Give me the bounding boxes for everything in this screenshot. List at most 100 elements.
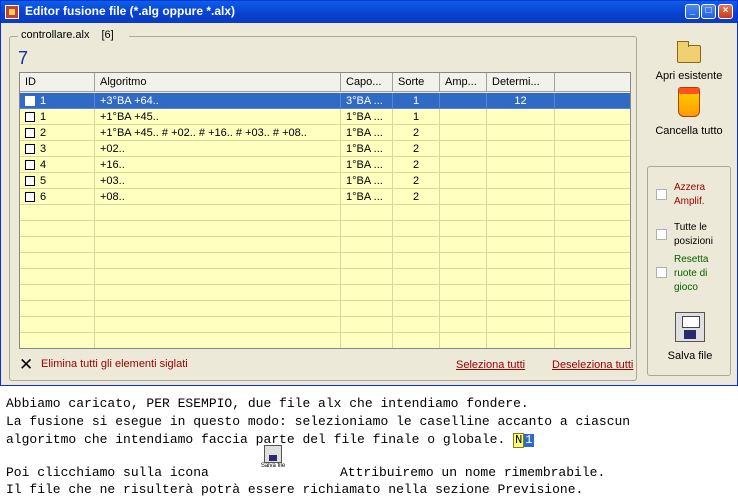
minimize-button[interactable]: _	[685, 4, 700, 19]
reset-wheels-checkbox[interactable]	[656, 267, 667, 278]
empty-cell	[487, 253, 555, 269]
empty-cell	[487, 333, 555, 348]
cell-algoritmo[interactable]: +1°BA +45..	[95, 109, 341, 125]
empty-cell	[20, 253, 95, 269]
cell-determi[interactable]	[487, 125, 555, 141]
cell-amp[interactable]	[440, 125, 487, 141]
cell-algoritmo[interactable]: +3°BA +64..	[95, 93, 341, 109]
cell-sorte[interactable]: 2	[393, 157, 440, 173]
row-checkbox[interactable]	[25, 128, 35, 138]
cell-determi[interactable]: 12	[487, 93, 555, 109]
row-checkbox[interactable]	[25, 192, 35, 202]
deselect-all-link[interactable]: Deseleziona tutti	[552, 359, 633, 371]
algorithm-grid[interactable]: ID Algoritmo Capo... Sorte Amp... Determ…	[19, 72, 631, 349]
cell-algoritmo[interactable]: +03..	[95, 173, 341, 189]
cell-capo[interactable]: 1°BA ...	[341, 125, 393, 141]
text-line-1: Abbiamo caricato, PER ESEMPIO, due file …	[6, 396, 529, 411]
all-positions-checkbox[interactable]	[656, 229, 667, 240]
cell-sorte[interactable]: 2	[393, 141, 440, 157]
title-bar[interactable]: Editor fusione file (*.alg oppure *.alx)…	[1, 1, 737, 23]
cell-sorte[interactable]: 2	[393, 125, 440, 141]
grid-header: ID Algoritmo Capo... Sorte Amp... Determ…	[20, 73, 630, 93]
save-file-label: Salva file	[667, 350, 713, 362]
empty-cell	[341, 205, 393, 221]
table-row[interactable]: 2 +1°BA +45.. # +02.. # +16.. # +03.. # +…	[20, 125, 630, 141]
reset-amplif-checkbox[interactable]	[656, 189, 667, 200]
row-checkbox[interactable]	[25, 144, 35, 154]
cell-capo[interactable]: 1°BA ...	[341, 141, 393, 157]
empty-cell	[487, 285, 555, 301]
empty-cell	[393, 253, 440, 269]
cell-amp[interactable]	[440, 189, 487, 205]
cell-capo[interactable]: 1°BA ...	[341, 189, 393, 205]
save-file-button[interactable]: Salva file	[648, 312, 732, 362]
column-header-capo[interactable]: Capo...	[341, 73, 393, 92]
clear-all-button[interactable]: Cancella tutto	[647, 87, 731, 137]
cell-amp[interactable]	[440, 93, 487, 109]
table-row[interactable]: 6 +08.. 1°BA ... 2	[20, 189, 630, 205]
row-checkbox[interactable]	[25, 112, 35, 122]
cell-determi[interactable]	[487, 189, 555, 205]
column-header-determi[interactable]: Determi...	[487, 73, 555, 92]
cell-determi[interactable]	[487, 109, 555, 125]
cell-amp[interactable]	[440, 141, 487, 157]
close-button[interactable]: ×	[718, 4, 733, 19]
select-all-link[interactable]: Seleziona tutti	[456, 359, 525, 371]
empty-cell	[440, 237, 487, 253]
empty-row	[20, 253, 630, 269]
column-header-id[interactable]: ID	[20, 73, 95, 92]
empty-row	[20, 285, 630, 301]
empty-cell	[341, 285, 393, 301]
selected-cell-sample: 1	[524, 433, 534, 447]
cell-sorte[interactable]: 1	[393, 93, 440, 109]
table-row[interactable]: 1 +1°BA +45.. 1°BA ... 1	[20, 109, 630, 125]
column-header-sorte[interactable]: Sorte	[393, 73, 440, 92]
row-checkbox[interactable]	[25, 96, 35, 106]
empty-cell	[555, 317, 630, 333]
cell-amp[interactable]	[440, 173, 487, 189]
empty-cell	[440, 269, 487, 285]
empty-cell	[555, 237, 630, 253]
table-row[interactable]: 5 +03.. 1°BA ... 2	[20, 173, 630, 189]
cell-amp[interactable]	[440, 109, 487, 125]
maximize-button[interactable]: □	[701, 4, 716, 19]
table-row[interactable]: 3 +02.. 1°BA ... 2	[20, 141, 630, 157]
cell-algoritmo[interactable]: +02..	[95, 141, 341, 157]
empty-cell	[341, 237, 393, 253]
cell-blank	[555, 93, 630, 109]
cell-algoritmo[interactable]: +08..	[95, 189, 341, 205]
table-row[interactable]: 4 +16.. 1°BA ... 2	[20, 157, 630, 173]
cell-algoritmo[interactable]: +1°BA +45.. # +02.. # +16.. # +03.. # +0…	[95, 125, 341, 141]
cell-sorte[interactable]: 2	[393, 173, 440, 189]
row-checkbox[interactable]	[25, 160, 35, 170]
cell-determi[interactable]	[487, 157, 555, 173]
empty-cell	[393, 317, 440, 333]
cell-capo[interactable]: 1°BA ...	[341, 157, 393, 173]
cell-capo[interactable]: 1°BA ...	[341, 109, 393, 125]
cell-capo[interactable]: 3°BA ...	[341, 93, 393, 109]
cell-determi[interactable]	[487, 141, 555, 157]
app-icon	[5, 5, 19, 19]
delete-marked-label: Elimina tutti gli elementi siglati	[41, 358, 188, 370]
algorithm-count: 7	[18, 48, 29, 68]
column-header-amp[interactable]: Amp...	[440, 73, 487, 92]
cell-sorte[interactable]: 1	[393, 109, 440, 125]
cell-capo[interactable]: 1°BA ...	[341, 173, 393, 189]
empty-cell	[95, 205, 341, 221]
empty-cell	[341, 253, 393, 269]
cell-sorte[interactable]: 2	[393, 189, 440, 205]
open-existing-button[interactable]: Apri esistente	[647, 39, 731, 82]
empty-cell	[20, 221, 95, 237]
open-existing-label: Apri esistente	[655, 70, 723, 82]
empty-cell	[393, 205, 440, 221]
table-row[interactable]: 1 +3°BA +64.. 3°BA ... 1 12	[20, 93, 630, 109]
mini-save-label: Salva file	[260, 463, 286, 469]
cell-algoritmo[interactable]: +16..	[95, 157, 341, 173]
cell-determi[interactable]	[487, 173, 555, 189]
cell-amp[interactable]	[440, 157, 487, 173]
cell-blank	[555, 173, 630, 189]
empty-cell	[440, 301, 487, 317]
column-header-algoritmo[interactable]: Algoritmo	[95, 73, 341, 92]
empty-cell	[555, 333, 630, 348]
row-checkbox[interactable]	[25, 176, 35, 186]
